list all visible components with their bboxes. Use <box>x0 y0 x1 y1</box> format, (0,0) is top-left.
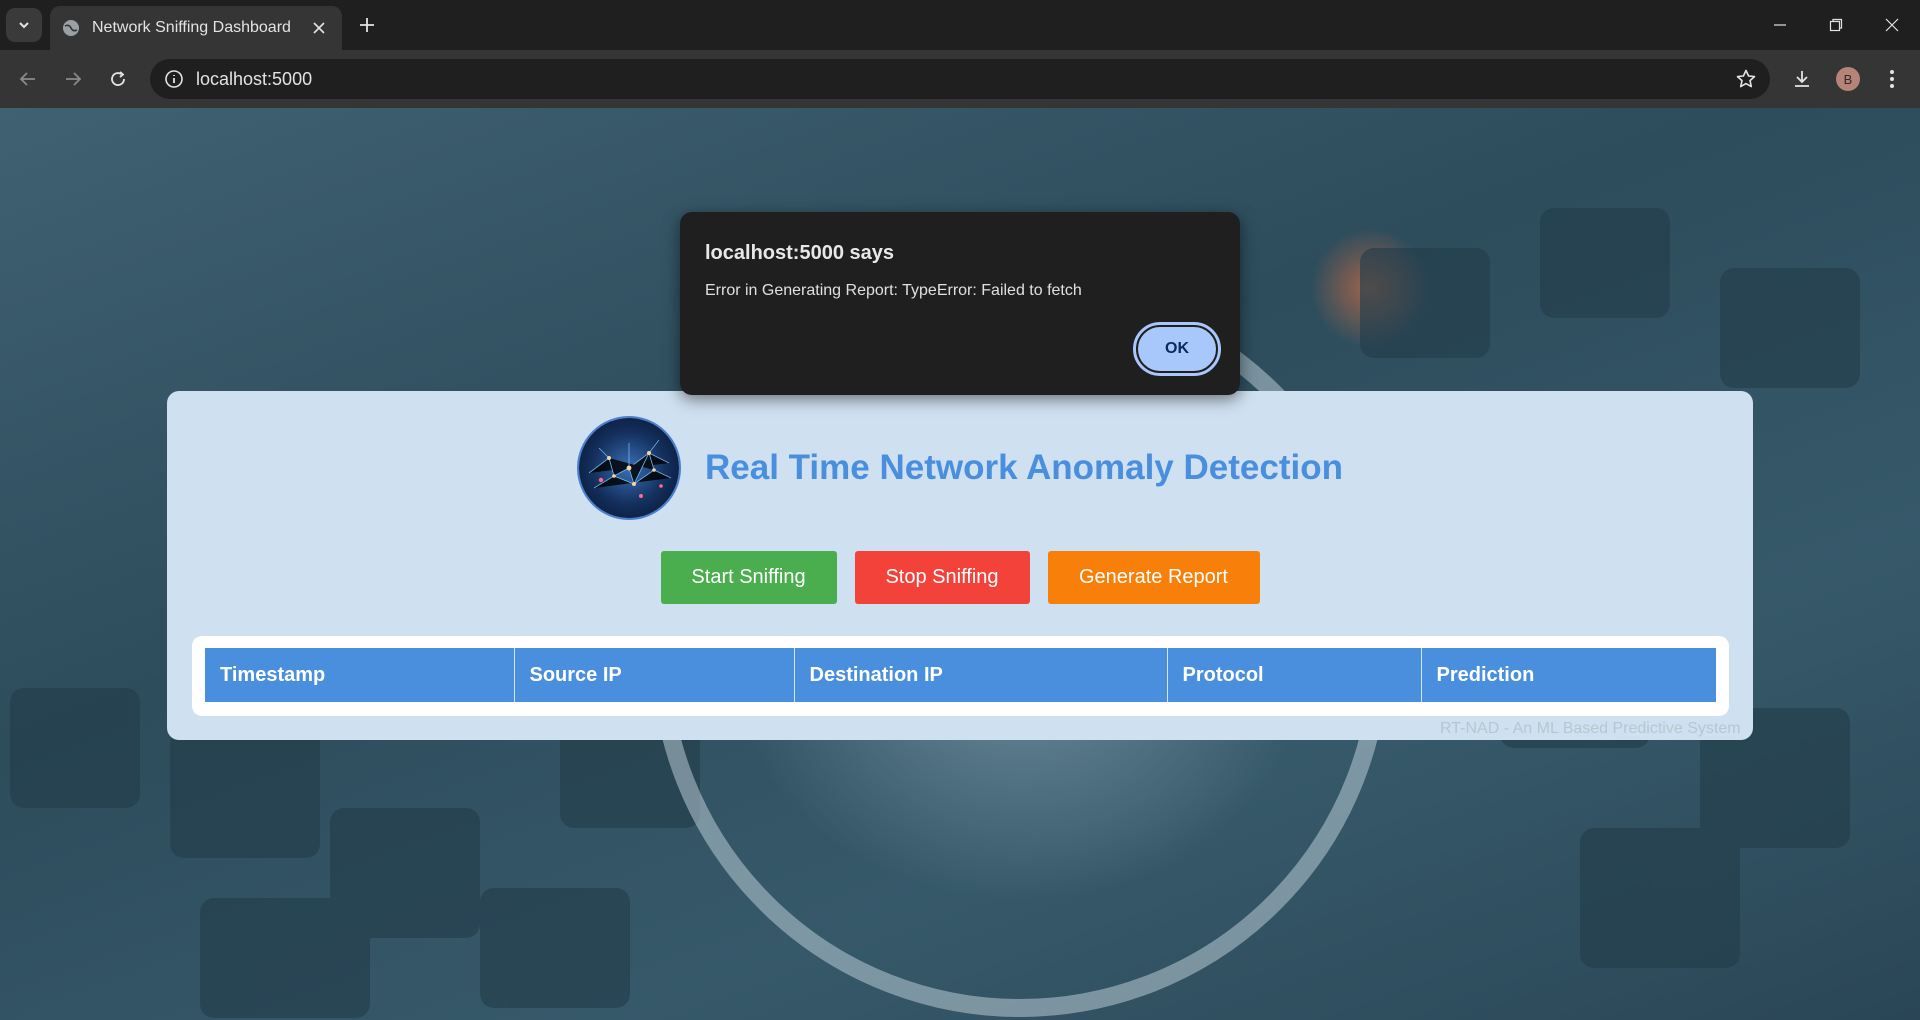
globe-icon <box>63 20 79 36</box>
start-sniffing-button[interactable]: Start Sniffing <box>660 551 837 604</box>
close-icon <box>313 22 325 34</box>
column-header-protocol: Protocol <box>1167 648 1422 702</box>
dialog-title: localhost:5000 says <box>705 242 894 264</box>
action-buttons: Start Sniffing Stop Sniffing Generate Re… <box>167 551 1753 604</box>
generate-report-button[interactable]: Generate Report <box>1047 551 1260 604</box>
avatar: B <box>1836 67 1860 91</box>
minimize-button[interactable] <box>1752 0 1808 50</box>
page-title: Real Time Network Anomaly Detection <box>705 448 1343 487</box>
star-icon <box>1736 69 1756 88</box>
restore-button[interactable] <box>1808 0 1864 50</box>
table-header-row: Timestamp Source IP Destination IP Proto… <box>205 648 1716 702</box>
reload-button[interactable] <box>102 63 134 95</box>
header: Real Time Network Anomaly Detection <box>167 415 1753 521</box>
column-header-destination-ip: Destination IP <box>794 648 1168 702</box>
close-icon <box>1885 18 1899 32</box>
back-button[interactable] <box>12 63 44 95</box>
reload-icon <box>111 71 125 86</box>
arrow-left-icon <box>19 72 35 86</box>
tab-close-button[interactable] <box>308 17 330 39</box>
ok-button[interactable]: OK <box>1133 322 1221 376</box>
restore-icon <box>1829 18 1843 32</box>
tab-title: Network Sniffing Dashboard <box>92 19 291 36</box>
menu-button[interactable] <box>1876 63 1908 95</box>
packet-table-container: Timestamp Source IP Destination IP Proto… <box>192 636 1729 716</box>
chevron-down-icon <box>19 22 29 29</box>
network-logo <box>577 416 682 520</box>
column-header-timestamp: Timestamp <box>205 648 515 702</box>
network-logo-image <box>579 418 680 518</box>
downloads-button[interactable] <box>1786 63 1818 95</box>
address-bar[interactable]: localhost:5000 <box>150 59 1770 99</box>
alert-dialog: localhost:5000 says Error in Generating … <box>680 212 1240 395</box>
footer-note: RT-NAD - An ML Based Predictive System <box>1440 720 1741 737</box>
download-icon <box>1795 71 1809 87</box>
window-controls <box>1752 0 1920 50</box>
close-window-button[interactable] <box>1864 0 1920 50</box>
bookmark-button[interactable] <box>1730 63 1762 95</box>
browser-tab[interactable]: Network Sniffing Dashboard <box>50 6 342 50</box>
arrow-right-icon <box>66 72 82 86</box>
dashboard-card: Real Time Network Anomaly Detection Star… <box>167 391 1753 740</box>
profile-button[interactable]: B <box>1832 63 1864 95</box>
minimize-icon <box>1774 24 1786 26</box>
new-tab-button[interactable] <box>352 10 382 40</box>
forward-button[interactable] <box>57 63 89 95</box>
site-info-button[interactable] <box>162 67 186 91</box>
tab-list-button[interactable] <box>6 8 42 42</box>
plus-icon <box>360 18 374 32</box>
url-text: localhost:5000 <box>196 68 313 89</box>
stop-sniffing-button[interactable]: Stop Sniffing <box>854 551 1030 604</box>
browser-toolbar: localhost:5000 B <box>0 50 1920 108</box>
column-header-prediction: Prediction <box>1421 648 1716 702</box>
info-icon <box>165 70 183 88</box>
column-header-source-ip: Source IP <box>514 648 795 702</box>
browser-tab-bar: Network Sniffing Dashboard <box>0 0 1920 50</box>
dialog-message: Error in Generating Report: TypeError: F… <box>705 282 1082 299</box>
packet-table: Timestamp Source IP Destination IP Proto… <box>205 648 1716 702</box>
kebab-menu-icon <box>1890 70 1894 88</box>
page-viewport: Real Time Network Anomaly Detection Star… <box>0 108 1920 1020</box>
